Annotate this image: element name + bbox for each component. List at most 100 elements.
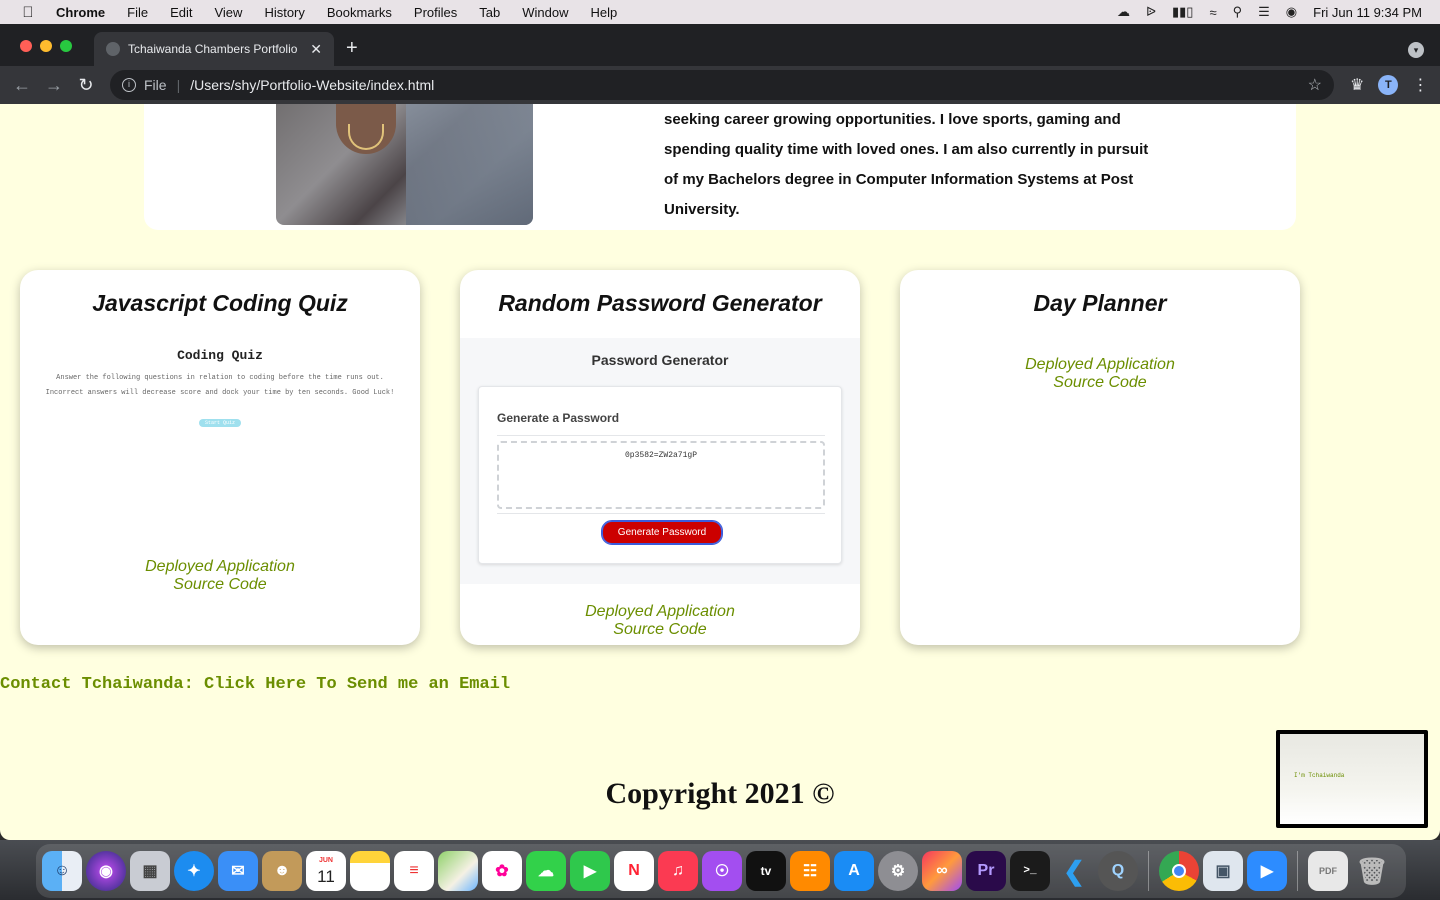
profile-avatar[interactable]: T xyxy=(1378,75,1399,95)
close-window-button[interactable] xyxy=(20,40,32,52)
info-icon[interactable]: i xyxy=(122,78,136,92)
kebab-menu-icon[interactable]: ⋮ xyxy=(1412,75,1428,95)
creative-cloud-icon[interactable]: ∞ xyxy=(922,851,962,891)
quiz-preview-line: Answer the following questions in relati… xyxy=(56,374,384,382)
safari-icon[interactable]: ✦ xyxy=(174,851,214,891)
contacts-icon[interactable]: ☻ xyxy=(262,851,302,891)
extensions-puzzle-icon[interactable]: ♛ xyxy=(1350,75,1364,95)
reminders-icon[interactable]: ≡ xyxy=(394,851,434,891)
news-icon[interactable]: N xyxy=(614,851,654,891)
launchpad-icon[interactable]: ▦ xyxy=(130,851,170,891)
minimize-window-button[interactable] xyxy=(40,40,52,52)
siri-icon[interactable]: ◉ xyxy=(1286,4,1297,20)
quiz-preview-heading: Coding Quiz xyxy=(177,348,263,363)
zoom-window-button[interactable] xyxy=(60,40,72,52)
podcasts-icon[interactable]: ☉ xyxy=(702,851,742,891)
menu-help[interactable]: Help xyxy=(580,5,629,20)
menu-edit[interactable]: Edit xyxy=(159,5,203,20)
bookmark-star-icon[interactable]: ☆ xyxy=(1308,75,1322,95)
source-code-link[interactable]: Source Code xyxy=(20,576,420,594)
notes-icon[interactable] xyxy=(350,851,390,891)
facetime-icon[interactable]: ▶ xyxy=(570,851,610,891)
divider xyxy=(497,435,825,436)
mail-icon[interactable]: ✉ xyxy=(218,851,258,891)
bluetooth-icon[interactable]: ᐉ xyxy=(1146,4,1156,20)
about-line: University. xyxy=(664,201,740,218)
menu-app-name[interactable]: Chrome xyxy=(56,5,116,20)
password-generator-screenshot: Password Generator Generate a Password 0… xyxy=(460,338,860,584)
calendar-icon[interactable]: JUN 11 xyxy=(306,851,346,891)
close-tab-icon[interactable]: ✕ xyxy=(310,41,322,58)
apple-tv-icon[interactable]: tv xyxy=(746,851,786,891)
source-code-link[interactable]: Source Code xyxy=(900,374,1300,392)
pw-preview-generate-button: Generate Password xyxy=(601,520,723,545)
project-card-password-generator: Random Password Generator Password Gener… xyxy=(460,270,860,645)
screenshot-thumbnail[interactable]: I'm Tchaiwanda xyxy=(1276,730,1428,828)
thumbnail-preview: I'm Tchaiwanda xyxy=(1280,734,1424,824)
project-card-coding-quiz: Javascript Coding Quiz Coding Quiz Answe… xyxy=(20,270,420,645)
source-code-link[interactable]: Source Code xyxy=(460,621,860,639)
finder-icon[interactable]: ☺ xyxy=(42,851,82,891)
globe-icon xyxy=(106,42,120,56)
pdf-document-icon[interactable]: PDF xyxy=(1308,851,1348,891)
deployed-application-link[interactable]: Deployed Application xyxy=(900,356,1300,374)
address-bar[interactable]: i File | /Users/shy/Portfolio-Website/in… xyxy=(110,70,1334,100)
creative-cloud-status-icon[interactable]: ☁ xyxy=(1117,4,1130,20)
menu-profiles[interactable]: Profiles xyxy=(403,5,468,20)
chrome-icon[interactable] xyxy=(1159,851,1199,891)
quiz-preview-line: Incorrect answers will decrease score an… xyxy=(45,389,395,397)
deployed-application-link[interactable]: Deployed Application xyxy=(460,603,860,621)
copyright-footer: Copyright 2021 © xyxy=(605,777,835,810)
wifi-icon[interactable]: ≈ xyxy=(1209,5,1216,20)
system-preferences-icon[interactable]: ⚙ xyxy=(878,851,918,891)
menu-tab[interactable]: Tab xyxy=(468,5,511,20)
menu-clock[interactable]: Fri Jun 11 9:34 PM xyxy=(1313,5,1422,20)
trash-icon[interactable]: 🗑 xyxy=(1352,851,1392,891)
menu-file[interactable]: File xyxy=(116,5,159,20)
new-tab-button[interactable]: + xyxy=(346,38,358,58)
vscode-icon[interactable]: ❮ xyxy=(1054,851,1094,891)
url-path[interactable]: /Users/shy/Portfolio-Website/index.html xyxy=(190,77,434,93)
dock-separator xyxy=(1148,851,1149,891)
reload-icon[interactable]: ↻ xyxy=(70,75,102,96)
tab-search-icon[interactable]: ▾ xyxy=(1408,42,1424,58)
battery-icon[interactable]: ▮▮▯ xyxy=(1172,4,1193,20)
browser-tab[interactable]: Tchaiwanda Chambers Portfolio ✕ xyxy=(94,32,334,66)
contact-email-link[interactable]: Contact Tchaiwanda: Click Here To Send m… xyxy=(0,675,510,694)
menu-bookmarks[interactable]: Bookmarks xyxy=(316,5,403,20)
pw-preview-subheading: Generate a Password xyxy=(497,411,620,425)
thumbnail-text: I'm Tchaiwanda xyxy=(1294,772,1345,779)
app-store-icon[interactable]: A xyxy=(834,851,874,891)
control-center-icon[interactable]: ☰ xyxy=(1258,4,1270,20)
messages-icon[interactable]: ☁ xyxy=(526,851,566,891)
back-arrow-icon[interactable]: ← xyxy=(6,75,38,96)
pw-preview-heading: Password Generator xyxy=(591,352,729,368)
zoom-icon[interactable]: ▶ xyxy=(1247,851,1287,891)
quicktime-icon[interactable]: Q xyxy=(1098,851,1138,891)
siri-dock-icon[interactable]: ◉ xyxy=(86,851,126,891)
books-icon[interactable]: ☷ xyxy=(790,851,830,891)
terminal-icon[interactable]: >_ xyxy=(1010,851,1050,891)
project-card-day-planner: Day Planner Deployed Application Source … xyxy=(900,270,1300,645)
quiz-preview-description: Answer the following questions in relati… xyxy=(30,371,410,401)
dock-separator xyxy=(1297,851,1298,891)
url-scheme: File xyxy=(144,77,167,93)
apple-icon[interactable]:  xyxy=(0,4,56,21)
browser-tab-strip: Tchaiwanda Chambers Portfolio ✕ + ▾ xyxy=(0,24,1440,66)
premiere-pro-icon[interactable]: Pr xyxy=(966,851,1006,891)
preview-icon[interactable]: ▣ xyxy=(1203,851,1243,891)
maps-icon[interactable] xyxy=(438,851,478,891)
deployed-application-link[interactable]: Deployed Application xyxy=(20,558,420,576)
music-icon[interactable]: ♫ xyxy=(658,851,698,891)
menu-window[interactable]: Window xyxy=(511,5,579,20)
project-title: Day Planner xyxy=(1033,290,1167,316)
browser-toolbar: ← → ↻ i File | /Users/shy/Portfolio-Webs… xyxy=(0,66,1440,104)
menu-history[interactable]: History xyxy=(253,5,315,20)
window-controls xyxy=(20,40,72,52)
spotlight-search-icon[interactable]: ⚲ xyxy=(1233,4,1243,20)
page-viewport: seeking career growing opportunities. I … xyxy=(0,104,1440,840)
project-title: Javascript Coding Quiz xyxy=(92,290,348,316)
menu-view[interactable]: View xyxy=(203,5,253,20)
forward-arrow-icon[interactable]: → xyxy=(38,75,70,96)
photos-icon[interactable]: ✿ xyxy=(482,851,522,891)
